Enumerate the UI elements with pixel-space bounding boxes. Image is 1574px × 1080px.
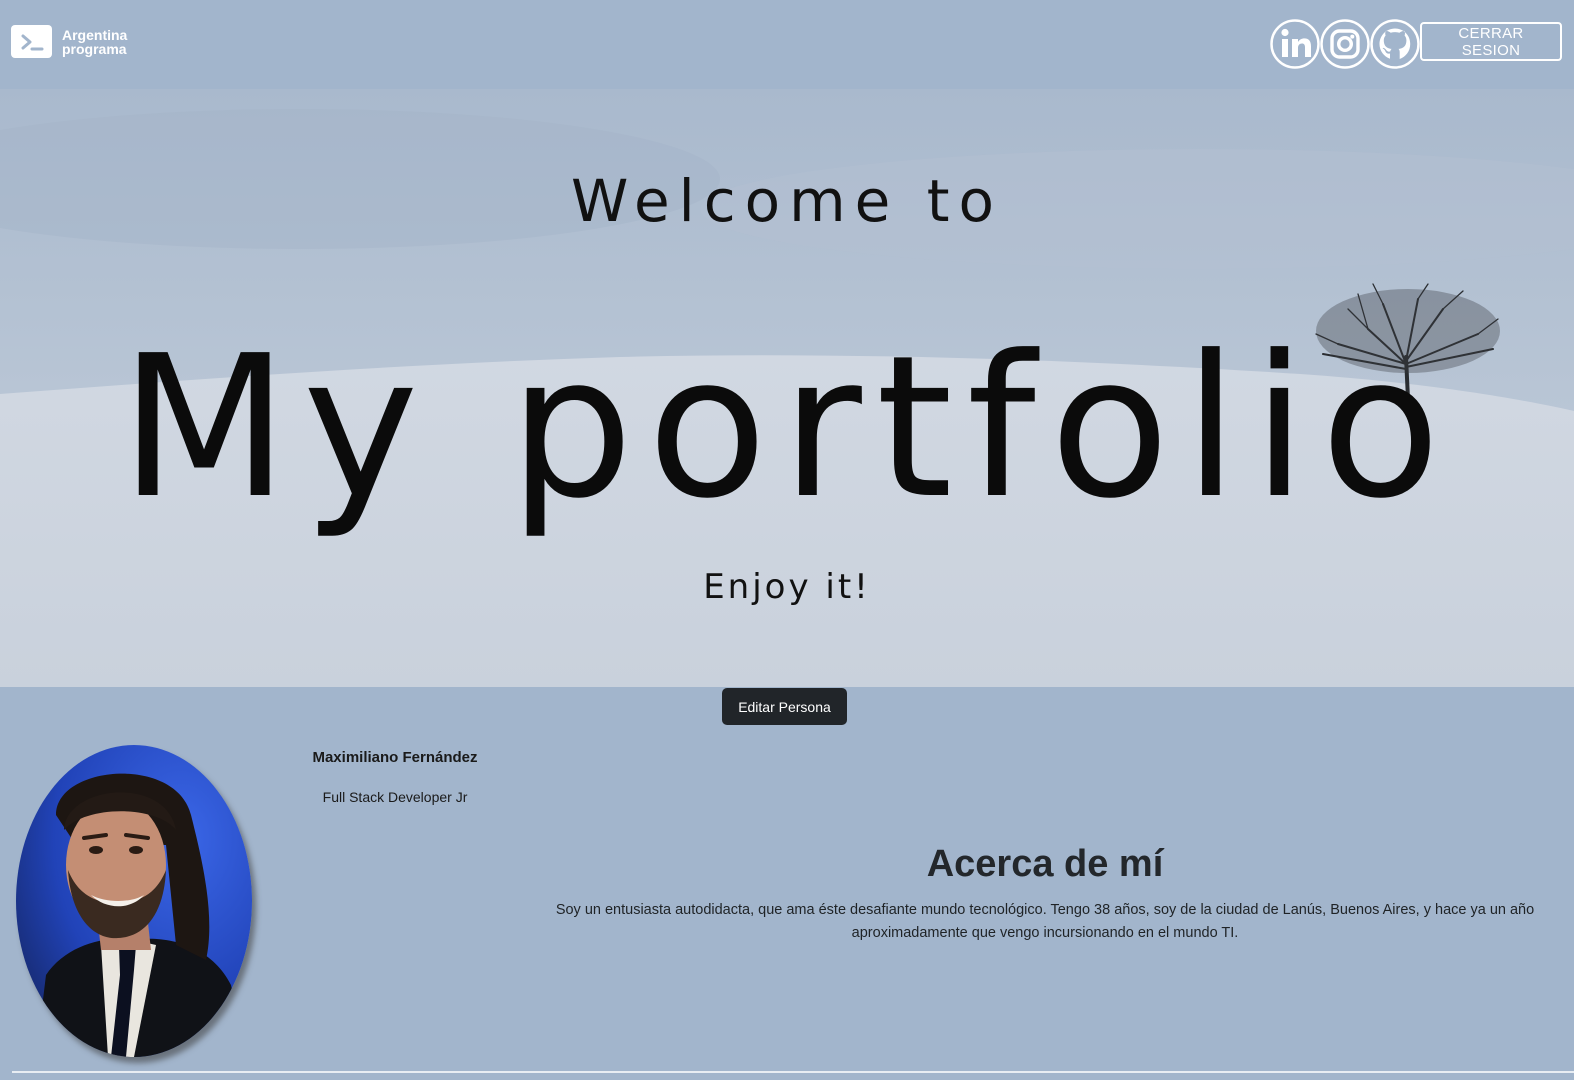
linkedin-link[interactable] — [1270, 19, 1320, 69]
hero-welcome-text: Welcome to — [571, 167, 1003, 235]
hero-banner: Welcome to My portfolio Enjoy it! — [0, 89, 1574, 687]
instagram-link[interactable] — [1320, 19, 1370, 69]
person-name: Maximiliano Fernández — [312, 749, 478, 766]
about-text: Soy un entusiasta autodidacta, que ama é… — [555, 902, 1535, 941]
logo-text: Argentina programa — [62, 28, 127, 56]
logout-button[interactable]: CERRAR SESION — [1420, 22, 1562, 61]
person-role: Full Stack Developer Jr — [322, 789, 468, 805]
github-icon — [1370, 19, 1420, 69]
github-link[interactable] — [1370, 19, 1420, 69]
linkedin-icon — [1270, 19, 1320, 69]
profile-photo — [16, 745, 252, 1057]
hero-title: My portfolio — [119, 314, 1455, 542]
logo-line-1: Argentina — [62, 26, 128, 43]
argentina-programa-logo[interactable]: Argentina programa — [11, 25, 127, 58]
hero-subtitle: Enjoy it! — [703, 567, 871, 607]
about-title: Acerca de mí — [926, 843, 1164, 885]
terminal-prompt-icon — [11, 25, 52, 58]
top-navbar: Argentina programa CERRAR SESION — [0, 0, 1574, 89]
instagram-icon — [1320, 19, 1370, 69]
section-divider — [12, 1071, 1574, 1073]
edit-persona-button[interactable]: Editar Persona — [722, 688, 847, 725]
logo-line-2: programa — [62, 40, 127, 57]
